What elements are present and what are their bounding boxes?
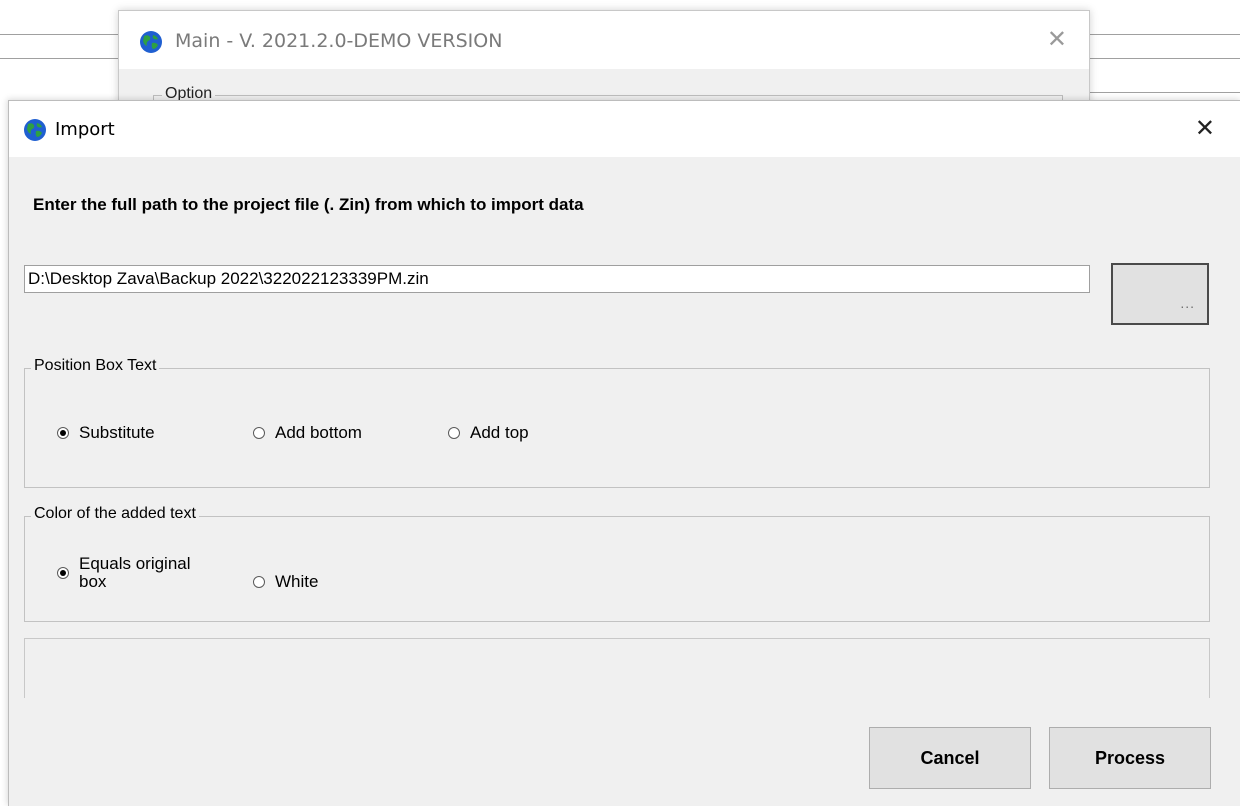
background-line [1088, 92, 1240, 93]
browse-button-label: ... [1180, 295, 1195, 311]
radio-label: Equals original box [79, 555, 191, 591]
main-window-titlebar: Main - V. 2021.2.0-DEMO VERSION ✕ [119, 11, 1089, 69]
close-icon[interactable]: ✕ [1195, 114, 1215, 142]
background-line [1088, 34, 1240, 35]
globe-icon [140, 31, 162, 53]
browse-button[interactable]: ... [1111, 263, 1209, 325]
radio-add-top[interactable]: Add top [448, 423, 529, 443]
main-window-close-icon[interactable]: ✕ [1047, 25, 1067, 53]
position-box-text-group: Position Box Text Substitute Add bottom … [24, 357, 1210, 488]
radio-label: White [275, 572, 319, 591]
position-group-label: Position Box Text [31, 357, 160, 375]
cancel-button[interactable]: Cancel [869, 727, 1031, 789]
radio-label: Substitute [79, 423, 155, 442]
globe-icon [24, 119, 46, 141]
process-button[interactable]: Process [1049, 727, 1211, 789]
radio-circle [253, 427, 265, 439]
radio-label-line: box [79, 572, 107, 591]
main-window: Main - V. 2021.2.0-DEMO VERSION ✕ Option [118, 10, 1090, 136]
import-dialog: Import ✕ Enter the full path to the proj… [8, 100, 1240, 806]
radio-label-line: Equals original [79, 554, 191, 573]
radio-equals-original-box[interactable]: Equals original box [57, 555, 191, 591]
radio-substitute[interactable]: Substitute [57, 423, 155, 443]
color-added-text-group: Color of the added text Equals original … [24, 505, 1210, 622]
radio-add-bottom[interactable]: Add bottom [253, 423, 362, 443]
radio-circle [57, 567, 69, 579]
background-line [0, 58, 118, 59]
main-window-title: Main - V. 2021.2.0-DEMO VERSION [175, 30, 503, 52]
instruction-text: Enter the full path to the project file … [33, 195, 584, 214]
radio-label: Add bottom [275, 423, 362, 442]
color-group-label: Color of the added text [31, 505, 199, 523]
radio-label: Add top [470, 423, 529, 442]
status-area [24, 638, 1210, 698]
radio-circle [253, 576, 265, 588]
background-line [0, 34, 118, 35]
file-path-input[interactable] [24, 265, 1090, 293]
radio-white[interactable]: White [253, 572, 318, 592]
radio-circle [57, 427, 69, 439]
import-dialog-title: Import [55, 119, 115, 140]
background-line [1088, 58, 1240, 59]
radio-circle [448, 427, 460, 439]
import-dialog-titlebar: Import ✕ [9, 101, 1240, 157]
